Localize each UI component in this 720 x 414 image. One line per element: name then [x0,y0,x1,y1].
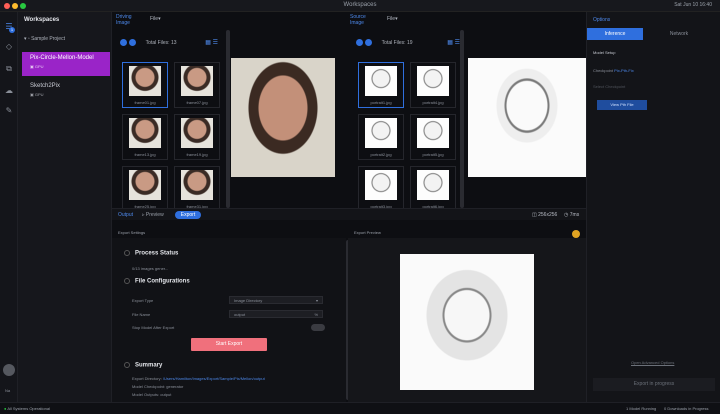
downloads-progress: 0 Downloads in Progress [664,406,709,411]
options-title: Options [593,17,611,23]
driving-total-files: Total Files: 13 [145,39,177,46]
source-image-preview [468,58,586,177]
workspace-gpu: ▣ GPU [30,64,44,69]
thumbnail[interactable]: portrait5.jpg [410,114,456,160]
thumbnail[interactable]: frame01.jpg [122,62,168,108]
workspace-name: Sketch2Pix [30,83,61,89]
refresh-button[interactable] [365,39,372,46]
advanced-options-link[interactable]: Open Advanced Options [631,360,674,365]
datasets-icon[interactable]: ⧉ [4,64,14,74]
export-type-select[interactable]: Image Directory ▾ [229,296,323,304]
model-outputs-text: Model Outputs: output [132,392,172,397]
tab-network[interactable]: Network [651,28,707,40]
export-preview-label: Export Preview [354,230,381,235]
model-checkpoint-text: Model Checkpoint: generator [132,384,184,389]
source-scrollbar[interactable] [460,30,464,208]
user-status-icon[interactable] [572,230,580,238]
workspace-gpu: ▣ GPU [30,92,44,97]
thumbnail[interactable]: frame07.jpg [174,62,220,108]
window-title: Workspaces [343,2,377,8]
add-file-button[interactable] [120,39,127,46]
status-bar: ● All Systems Operational 1 Model Runnin… [0,402,720,414]
add-file-button[interactable] [356,39,363,46]
avatar[interactable] [3,364,15,376]
process-status-text: 0/13 images gener... [132,266,169,271]
driving-image-label: Driving Image [116,14,132,26]
system-status: ● All Systems Operational [4,406,50,411]
file-name-input[interactable]: output% [229,310,323,318]
driving-toolbar: Total Files: 13 ▦ ☰ [120,39,218,49]
tab-export[interactable]: Export [175,211,201,219]
tab-preview[interactable]: ▹ Preview [142,212,164,218]
duration-readout: ◷ 7ms [564,212,580,218]
thumbnail[interactable]: frame25.jpg [122,166,168,212]
driving-image-preview [231,58,335,177]
source-image-label: Source Image [350,14,366,26]
chevron-down-icon: ▾ ▫ [24,36,32,42]
edit-icon[interactable]: ✎ [4,106,14,116]
summary-heading[interactable]: Summary [124,362,162,369]
workspaces-panel: Workspaces ▾ ▫ Sample Project Pix-Circle… [18,12,112,402]
output-tab-bar: Output ▹ Preview Export ◫ 256x256 ◷ 7ms [112,208,586,220]
models-icon[interactable]: ◇ [4,42,14,52]
select-checkpoint-field[interactable]: Select Checkpoint [593,84,625,89]
thumbnail[interactable]: portrait6.jpg [410,166,456,212]
view-pth-button[interactable]: View Pth File [597,100,647,110]
export-directory: Export Directory: /Users/Hamilton/Images… [132,376,265,381]
project-name: Sample Project [31,36,65,42]
driving-scrollbar[interactable] [226,30,230,208]
file-config-heading[interactable]: File Configurations [124,278,190,285]
tab-inference[interactable]: Inference [587,28,643,40]
source-file-menu[interactable]: File▾ [387,16,398,22]
stop-model-label: Stop Model After Export [132,325,175,330]
process-status-heading[interactable]: Process Status [124,250,178,257]
start-export-button[interactable]: Start Export [191,338,267,351]
thumbnail[interactable]: frame19.jpg [174,114,220,160]
icon-rail: ☰ 1 ◇ ⧉ ☁ ✎ Na [0,12,18,402]
thumbnail[interactable]: frame13.jpg [122,114,168,160]
file-name-label: File Name [132,312,151,317]
checkpoint-value: Pix-Pth-Fix [614,68,634,73]
source-toolbar: Total Files: 19 ▦ ☰ [356,39,460,49]
checkpoint-field[interactable]: Checkpoint Pix-Pth-Fix [593,68,634,73]
thumbnail[interactable]: frame31.jpg [174,166,220,212]
rail-bottom-label: Na [5,388,11,393]
grid-view-icon[interactable]: ▦ ☰ [205,39,218,46]
model-setup-heading: Model Setup [593,50,616,55]
models-running: 1 Model Running [626,406,657,411]
thumbnail[interactable]: portrait3.jpg [358,166,404,212]
export-preview-image [400,254,534,390]
driving-file-menu[interactable]: File▾ [150,16,161,22]
export-directory-link[interactable]: /Users/Hamilton/Images/Export/Sample/Pix… [163,376,265,381]
refresh-button[interactable] [129,39,136,46]
export-type-label: Export Type [132,298,154,303]
thumbnail[interactable]: portrait2.jpg [358,114,404,160]
workspace-item-pix-circle[interactable]: Pix-Circle-Mellon-Model ▣ GPU [22,52,110,76]
chevron-down-icon: ▾ [395,16,398,22]
cloud-icon[interactable]: ☁ [4,86,14,96]
source-total-files: Total Files: 19 [381,39,413,46]
notification-badge: 1 [9,27,15,33]
thumbnail[interactable]: portrait1.jpg [358,62,404,108]
system-clock: Sat Jun 10 16:40 [674,2,712,8]
stop-model-toggle[interactable] [311,324,325,331]
export-settings-label: Export Settings [118,230,146,235]
tab-output[interactable]: Output [118,212,133,218]
chevron-down-icon: ▾ [158,16,161,22]
thumbnail[interactable]: portrait4.jpg [410,62,456,108]
title-bar: Workspaces Sat Jun 10 16:40 [0,0,720,12]
export-settings-panel: Process Status 0/13 images gener... File… [112,238,346,402]
project-item[interactable]: ▾ ▫ Sample Project [24,36,65,42]
resolution-readout: ◫ 256x256 [532,212,558,218]
export-progress-indicator: Export in progress [593,378,715,391]
grid-view-icon[interactable]: ▦ ☰ [447,39,460,46]
export-preview-panel [348,238,586,402]
options-sidebar: Options Inference Network Model Setup Ch… [586,12,720,402]
workspace-item-sketch2pix[interactable]: Sketch2Pix ▣ GPU [22,80,110,104]
workspaces-header: Workspaces [24,17,60,23]
chevron-down-icon: ▾ [315,298,318,303]
workspace-name: Pix-Circle-Mellon-Model [30,55,94,61]
